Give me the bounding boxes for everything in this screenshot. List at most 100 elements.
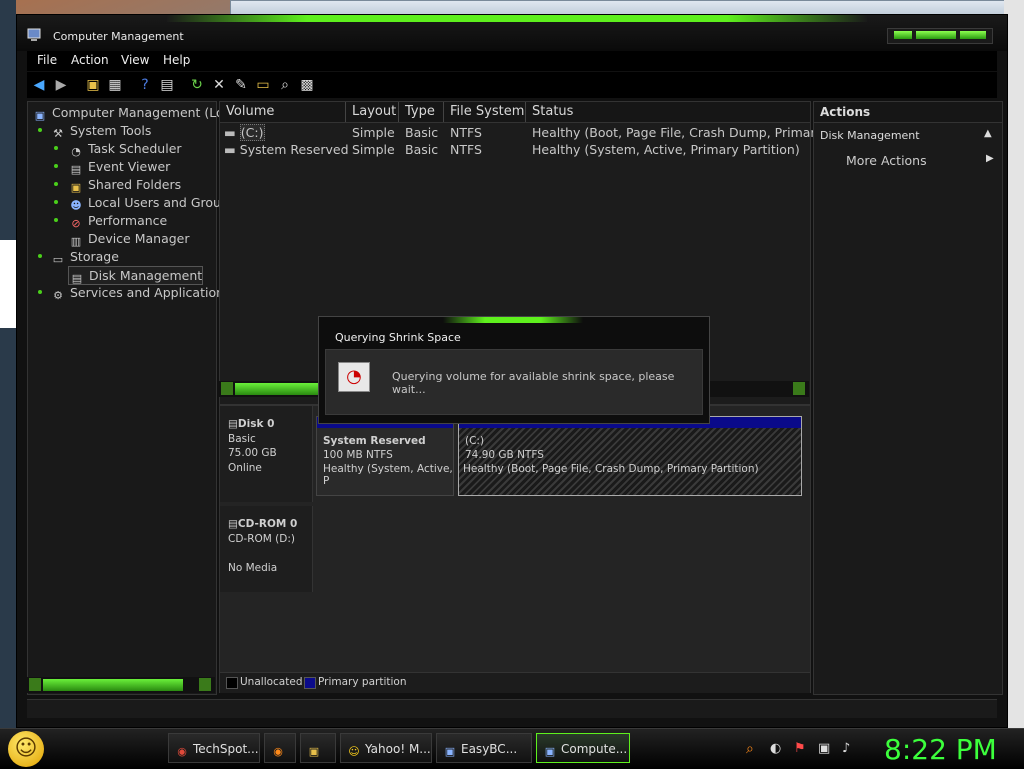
column-layout[interactable]: Layout bbox=[346, 102, 399, 122]
clock[interactable]: 8:22 PM bbox=[884, 733, 997, 766]
open-folder-icon[interactable]: ▭ bbox=[253, 75, 273, 95]
background-window-fragment bbox=[0, 240, 16, 328]
maximize-button[interactable] bbox=[916, 31, 956, 39]
toolbar: ◀ ▶ ▣ ▦ ? ▤ ↻ ✕ ✎ ▭ ⌕ ▩ bbox=[27, 72, 997, 98]
tree-scroll-thumb[interactable] bbox=[43, 679, 183, 691]
disk-map: ▤Disk 0 Basic 75.00 GB Online System Res… bbox=[219, 405, 811, 693]
network-icon[interactable]: ▣ bbox=[818, 741, 830, 756]
dialog-accent bbox=[443, 317, 583, 323]
tree-item-task-scheduler[interactable]: ◔ Task Scheduler bbox=[68, 140, 181, 158]
refresh-icon[interactable]: ↻ bbox=[187, 75, 207, 95]
tree-item-disk-management[interactable]: ▤ Disk Management bbox=[68, 266, 204, 285]
search-icon[interactable]: ⌕ bbox=[275, 75, 295, 95]
column-file-system[interactable]: File System bbox=[444, 102, 526, 122]
tree-bullet bbox=[54, 218, 58, 222]
menu-view[interactable]: View bbox=[121, 53, 149, 67]
partition-c[interactable]: (C:) 74.90 GB NTFS Healthy (Boot, Page F… bbox=[458, 416, 802, 496]
column-volume[interactable]: Volume bbox=[220, 102, 346, 122]
scroll-left-arrow-icon[interactable] bbox=[221, 382, 233, 395]
menu-help[interactable]: Help bbox=[163, 53, 190, 67]
tree-item-storage[interactable]: ▭ Storage bbox=[50, 248, 119, 266]
tree-bullet bbox=[54, 182, 58, 186]
menu-bar: File Action View Help bbox=[27, 51, 997, 71]
chevron-right-icon: ▶ bbox=[986, 153, 994, 164]
taskbar-item-folder[interactable]: ▣ bbox=[300, 733, 336, 763]
dialog-body: ◔ Querying volume for available shrink s… bbox=[325, 349, 703, 415]
tree-item-root[interactable]: ▣ Computer Management (Loc bbox=[32, 104, 231, 122]
volume-list-header: Volume Layout Type File System Status bbox=[220, 102, 810, 123]
performance-icon: ⊘ bbox=[71, 217, 81, 230]
column-type[interactable]: Type bbox=[399, 102, 444, 122]
tree-item-local-users[interactable]: ☻ Local Users and Grou bbox=[68, 194, 221, 212]
more-actions-item[interactable]: More Actions ▶ bbox=[814, 150, 1002, 170]
volume-icon[interactable]: ♪ bbox=[842, 741, 850, 756]
forward-arrow-icon[interactable]: ▶ bbox=[51, 75, 71, 95]
taskbar: ☺ ◉ TechSpot... ◉ ▣ ☺ Yahoo! M... ▣ EasyBC.… bbox=[0, 728, 1024, 769]
taskbar-item-easybcd[interactable]: ▣ EasyBC... bbox=[436, 733, 532, 763]
disk-icon: ▤ bbox=[228, 418, 238, 430]
scroll-left-arrow-icon[interactable] bbox=[29, 678, 41, 691]
table-row[interactable]: ▬ System Reserved Simple Basic NTFS Heal… bbox=[220, 141, 810, 158]
cdrom-info[interactable]: ▤CD-ROM 0 CD-ROM (D:) No Media bbox=[220, 506, 313, 592]
close-button[interactable] bbox=[960, 31, 986, 39]
drive-icon: ▬ bbox=[224, 125, 236, 140]
computer-management-icon bbox=[27, 27, 43, 43]
tree-item-services[interactable]: ⚙ Services and Applications bbox=[50, 284, 230, 302]
tree-bullet bbox=[38, 254, 42, 258]
menu-file[interactable]: File bbox=[37, 53, 57, 67]
device-manager-icon: ▥ bbox=[70, 235, 82, 248]
easybcd-icon: ▣ bbox=[444, 745, 456, 758]
tree-bullet bbox=[54, 146, 58, 150]
column-status[interactable]: Status bbox=[526, 102, 810, 122]
tree-item-performance[interactable]: ⊘ Performance bbox=[68, 212, 167, 230]
shared-folder-icon: ▣ bbox=[70, 181, 82, 194]
partition-system-reserved[interactable]: System Reserved 100 MB NTFS Healthy (Sys… bbox=[316, 416, 454, 496]
folder-icon: ▣ bbox=[308, 745, 320, 758]
yahoo-messenger-icon: ☺ bbox=[348, 745, 360, 758]
hourglass-clock-icon: ◔ bbox=[338, 362, 370, 392]
actions-pane: Actions Disk Management ▲ More Actions ▶ bbox=[813, 101, 1003, 695]
table-row[interactable]: ▬ (C:) Simple Basic NTFS Healthy (Boot, … bbox=[220, 124, 823, 141]
computer-management-icon: ▣ bbox=[544, 745, 556, 758]
action-center-flag-icon[interactable]: ⚑ bbox=[794, 741, 806, 756]
start-button-smiley-icon[interactable]: ☺ bbox=[8, 731, 44, 767]
delete-icon[interactable]: ✕ bbox=[209, 75, 229, 95]
collapse-icon[interactable]: ▲ bbox=[984, 128, 992, 139]
edit-icon[interactable]: ✎ bbox=[231, 75, 251, 95]
taskbar-item-computer-management[interactable]: ▣ Compute... bbox=[536, 733, 630, 763]
tree-item-system-tools[interactable]: ⚒ System Tools bbox=[50, 122, 151, 140]
help-icon[interactable]: ? bbox=[135, 75, 155, 95]
tree-item-device-manager[interactable]: ▥ Device Manager bbox=[68, 230, 190, 248]
back-arrow-icon[interactable]: ◀ bbox=[29, 75, 49, 95]
dialog-title: Querying Shrink Space bbox=[335, 331, 461, 344]
tree-item-event-viewer[interactable]: ▤ Event Viewer bbox=[68, 158, 170, 176]
up-folder-icon[interactable]: ▣ bbox=[83, 75, 103, 95]
background-window-left bbox=[0, 0, 16, 730]
tree-item-shared-folders[interactable]: ▣ Shared Folders bbox=[68, 176, 181, 194]
minimize-button[interactable] bbox=[894, 31, 912, 39]
settings-icon[interactable]: ▩ bbox=[297, 75, 317, 95]
properties-icon[interactable]: ▤ bbox=[157, 75, 177, 95]
navigation-tree: ▣ Computer Management (Loc ⚒ System Tools … bbox=[27, 101, 231, 695]
unallocated-swatch bbox=[226, 677, 238, 689]
taskbar-item-firefox[interactable]: ◉ bbox=[264, 733, 296, 763]
tree-horizontal-scrollbar[interactable] bbox=[27, 677, 215, 693]
taskbar-item-techspot[interactable]: ◉ TechSpot... bbox=[168, 733, 260, 763]
status-bar bbox=[27, 699, 997, 718]
menu-action[interactable]: Action bbox=[71, 53, 109, 67]
actions-header: Actions bbox=[814, 102, 1002, 123]
disk0-info[interactable]: ▤Disk 0 Basic 75.00 GB Online bbox=[220, 406, 313, 502]
actions-section-disk-management[interactable]: Disk Management ▲ bbox=[814, 126, 1002, 146]
scroll-right-arrow-icon[interactable] bbox=[793, 382, 805, 395]
tree-bullet bbox=[38, 128, 42, 132]
title-bar[interactable]: Computer Management bbox=[17, 15, 1007, 51]
show-hide-tree-icon[interactable]: ▦ bbox=[105, 75, 125, 95]
services-icon: ⚙ bbox=[53, 289, 63, 302]
messenger-tray-icon[interactable]: ◐ bbox=[770, 741, 781, 756]
users-icon: ☻ bbox=[70, 199, 82, 212]
search-icon[interactable]: ⌕ bbox=[746, 741, 754, 757]
tree-bullet bbox=[38, 290, 42, 294]
taskbar-item-yahoo[interactable]: ☺ Yahoo! M... bbox=[340, 733, 432, 763]
chrome-icon: ◉ bbox=[177, 745, 187, 758]
scroll-right-arrow-icon[interactable] bbox=[199, 678, 211, 691]
